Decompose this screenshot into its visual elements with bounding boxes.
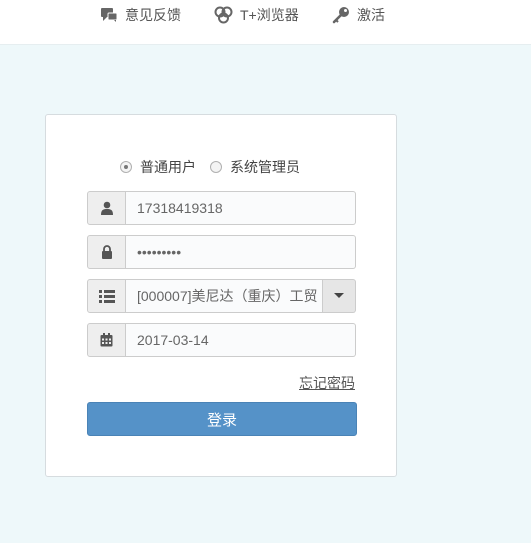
user-icon bbox=[87, 191, 126, 225]
dropdown-toggle-button[interactable] bbox=[323, 279, 356, 313]
browser-icon bbox=[214, 6, 233, 24]
key-icon bbox=[332, 6, 350, 24]
caret-down-icon bbox=[334, 293, 344, 298]
password-group: ••••••••• bbox=[87, 235, 356, 269]
chat-icon bbox=[100, 7, 118, 23]
role-option-normal-user[interactable]: 普通用户 bbox=[120, 157, 196, 177]
forgot-password-link[interactable]: 忘记密码 bbox=[299, 373, 355, 393]
top-navbar: 意见反馈 T+浏览器 激活 bbox=[0, 0, 531, 45]
date-group: 2017-03-14 bbox=[87, 323, 356, 357]
password-input[interactable]: ••••••••• bbox=[126, 235, 356, 269]
browser-label: T+浏览器 bbox=[240, 7, 299, 23]
account-set-group: [000007]美尼达（重庆）工贸 bbox=[87, 279, 356, 313]
radio-unchecked-icon[interactable] bbox=[210, 161, 222, 173]
login-button[interactable]: 登录 bbox=[87, 402, 357, 436]
role-option-label: 普通用户 bbox=[140, 159, 196, 175]
username-group: 17318419318 bbox=[87, 191, 356, 225]
radio-checked-icon[interactable] bbox=[120, 161, 132, 173]
lock-icon bbox=[87, 235, 126, 269]
login-panel: 普通用户 系统管理员 17318419318 ••••••••• [000007… bbox=[45, 114, 397, 477]
activate-label: 激活 bbox=[357, 7, 385, 23]
calendar-icon bbox=[87, 323, 126, 357]
account-set-select[interactable]: [000007]美尼达（重庆）工贸 bbox=[126, 279, 323, 313]
role-option-label: 系统管理员 bbox=[230, 159, 300, 175]
role-option-system-admin[interactable]: 系统管理员 bbox=[210, 157, 300, 177]
role-selector: 普通用户 系统管理员 bbox=[120, 157, 314, 177]
feedback-label: 意见反馈 bbox=[125, 7, 181, 23]
feedback-link[interactable]: 意见反馈 bbox=[100, 4, 181, 26]
browser-link[interactable]: T+浏览器 bbox=[214, 4, 299, 26]
activate-link[interactable]: 激活 bbox=[332, 4, 385, 26]
list-icon bbox=[87, 279, 126, 313]
date-input[interactable]: 2017-03-14 bbox=[126, 323, 356, 357]
username-input[interactable]: 17318419318 bbox=[126, 191, 356, 225]
